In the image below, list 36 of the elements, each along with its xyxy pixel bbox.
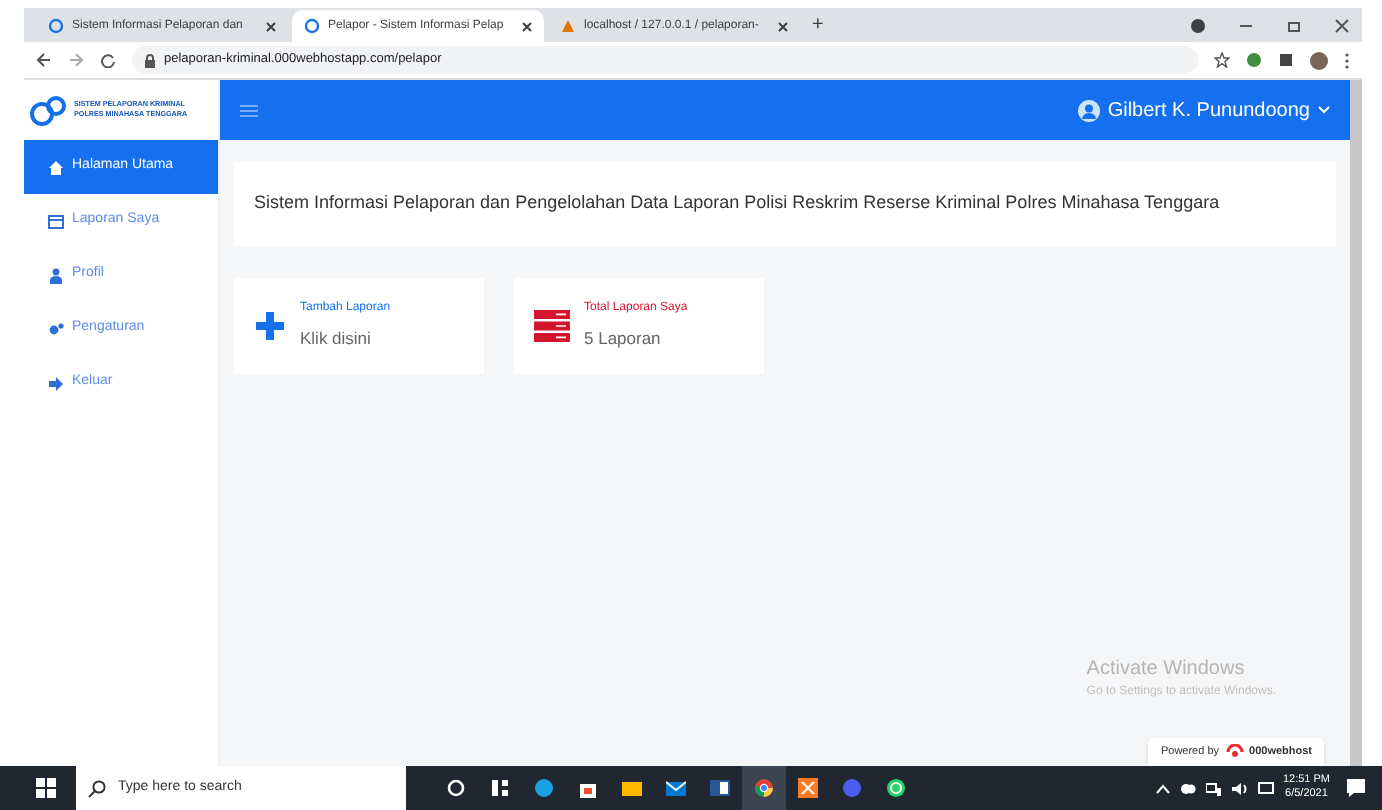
page-heading: Sistem Informasi Pelaporan dan Pengelolahan Data Laporan Polisi Reskrim Reserse Kriminal Polres Minahasa Tenggara [254,190,1220,217]
cloud-icon [1180,782,1197,794]
back-icon [36,52,52,68]
server-icon [534,310,570,342]
list-icon [48,213,64,229]
plus-icon [254,310,286,342]
user-avatar-icon [1077,99,1100,121]
close-icon [1334,17,1350,33]
notification-icon [1346,778,1366,798]
chevron-icon [1318,106,1330,114]
chevron-up-icon [1156,783,1171,793]
home-icon [48,159,64,175]
new-tab-button[interactable]: + [812,10,824,40]
card-value: 5 Laporan [584,326,663,352]
search-icon [88,779,106,797]
user-menu[interactable]: Gilbert K. Punundoong [1077,95,1330,125]
brand-icon [1225,744,1244,760]
speaker-icon [1232,781,1249,795]
handcuffs-logo [30,94,70,126]
lock-icon [144,53,156,67]
menu-icon [240,103,258,117]
reload-icon [100,52,116,68]
menu-icon [1344,51,1350,69]
forward-icon [68,52,84,68]
avatar-icon [1310,51,1328,69]
card-value[interactable]: Klik disini [300,326,391,352]
star-icon [1214,52,1230,68]
exit-icon [48,375,64,391]
restore-icon [1286,17,1302,33]
user-icon [48,267,64,283]
watermark-title: Activate Windows [1086,656,1247,684]
windows-icon [36,778,56,798]
close-icon[interactable] [778,21,788,31]
chrome-icon[interactable] [742,766,786,810]
close-icon[interactable] [522,21,532,31]
close-icon[interactable] [266,21,276,31]
